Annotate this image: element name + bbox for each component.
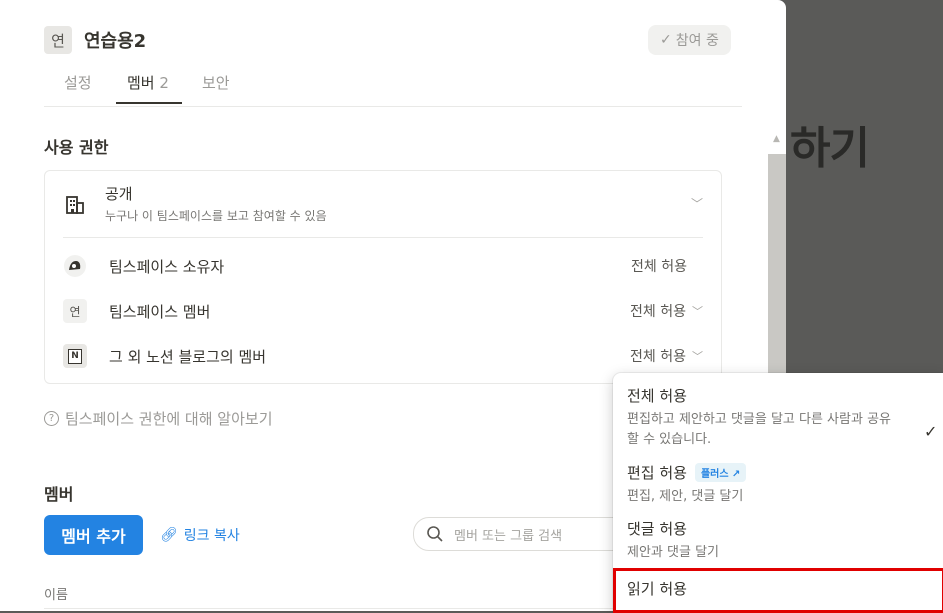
row-label: 팀스페이스 멤버 [109,302,211,321]
owner-avatar-icon [63,254,87,278]
option-title: 댓글 허용 [627,520,687,538]
menu-item-can-edit[interactable]: 편집 허용 플러스 ↗ 편집, 제안, 댓글 달기 [627,462,927,507]
chevron-down-icon[interactable]: ﹀ [691,195,703,212]
checkmark-icon: ✓ [924,422,938,441]
search-placeholder: 멤버 또는 그룹 검색 [454,528,563,544]
tab-security[interactable]: 보안 [202,72,230,93]
copy-link-button[interactable]: 🔗︎ 링크 복사 [160,525,240,545]
option-title: 전체 허용 [627,387,687,405]
members-title: 멤버 [44,485,74,504]
visibility-title: 공개 [105,185,133,203]
joined-label: 참여 중 [675,33,719,49]
option-title: 편집 허용 [627,464,687,482]
check-icon: ✓ [660,32,672,48]
scroll-up-arrow-icon[interactable]: ▲ [773,134,780,144]
workspace-name: 연습용2 [84,31,147,52]
access-level-menu: 전체 허용 편집하고 제안하고 댓글을 달고 다른 사람과 공유할 수 있습니다… [613,373,943,613]
tab-bar: 설정 멤버 2 보안 [44,64,742,107]
learn-more-link[interactable]: ? 팀스페이스 권한에 대해 알아보기 [44,408,273,429]
access-dropdown[interactable]: 전체 허용 ﹀ [630,301,703,321]
tab-members-label: 멤버 [127,74,155,92]
menu-item-full-access[interactable]: 전체 허용 편집하고 제안하고 댓글을 달고 다른 사람과 공유할 수 있습니다… [627,385,937,450]
permission-row-members: 연 팀스페이스 멤버 전체 허용 ﹀ [63,296,703,326]
chevron-down-icon: ﹀ [692,350,703,363]
permissions-title: 사용 권한 [44,138,109,157]
link-icon: 🔗︎ [160,527,178,543]
tab-settings[interactable]: 설정 [64,72,92,93]
workspace-avatar: 연 [44,26,72,54]
visibility-description: 누구나 이 팀스페이스를 보고 참여할 수 있음 [105,209,327,223]
workspace-header: 연 연습용2 [44,26,146,54]
option-description: 편집, 제안, 댓글 달기 [627,489,744,504]
joined-button[interactable]: ✓ 참여 중 [648,25,731,55]
visibility-selector[interactable]: 공개 누구나 이 팀스페이스를 보고 참여할 수 있음 [65,183,327,224]
permissions-panel: 공개 누구나 이 팀스페이스를 보고 참여할 수 있음 ﹀ 팀스페이스 소유자 … [44,170,722,384]
access-level: 전체 허용 [631,259,687,275]
permission-row-owner: 팀스페이스 소유자 전체 허용 [63,251,703,281]
option-title: 읽기 허용 [627,580,687,598]
building-icon [66,196,84,214]
question-icon: ? [44,411,59,426]
add-member-button[interactable]: 멤버 추가 [44,515,143,555]
chevron-down-icon: ﹀ [692,305,703,318]
divider [63,237,703,238]
member-count: 2 [159,74,169,92]
menu-item-can-comment[interactable]: 댓글 허용 제안과 댓글 달기 [627,518,927,563]
tab-members[interactable]: 멤버 2 [127,72,169,93]
row-label: 팀스페이스 소유자 [109,257,225,276]
workspace-avatar-icon: 연 [63,299,87,323]
notion-logo-icon: N [63,344,87,368]
option-description: 제안과 댓글 달기 [627,545,719,560]
plus-plan-badge[interactable]: 플러스 ↗ [694,463,747,482]
column-header-name: 이름 [44,588,68,603]
background-page-heading: 하기 [790,123,870,174]
permission-row-others: N 그 외 노션 블로그의 멤버 전체 허용 ﹀ [63,341,703,371]
search-icon [427,526,443,542]
menu-item-can-view[interactable]: 읽기 허용 [627,578,927,599]
active-tab-indicator [116,102,182,104]
row-label: 그 외 노션 블로그의 멤버 [109,347,267,366]
access-dropdown[interactable]: 전체 허용 ﹀ [630,346,703,366]
option-description: 편집하고 제안하고 댓글을 달고 다른 사람과 공유할 수 있습니다. [627,412,891,447]
